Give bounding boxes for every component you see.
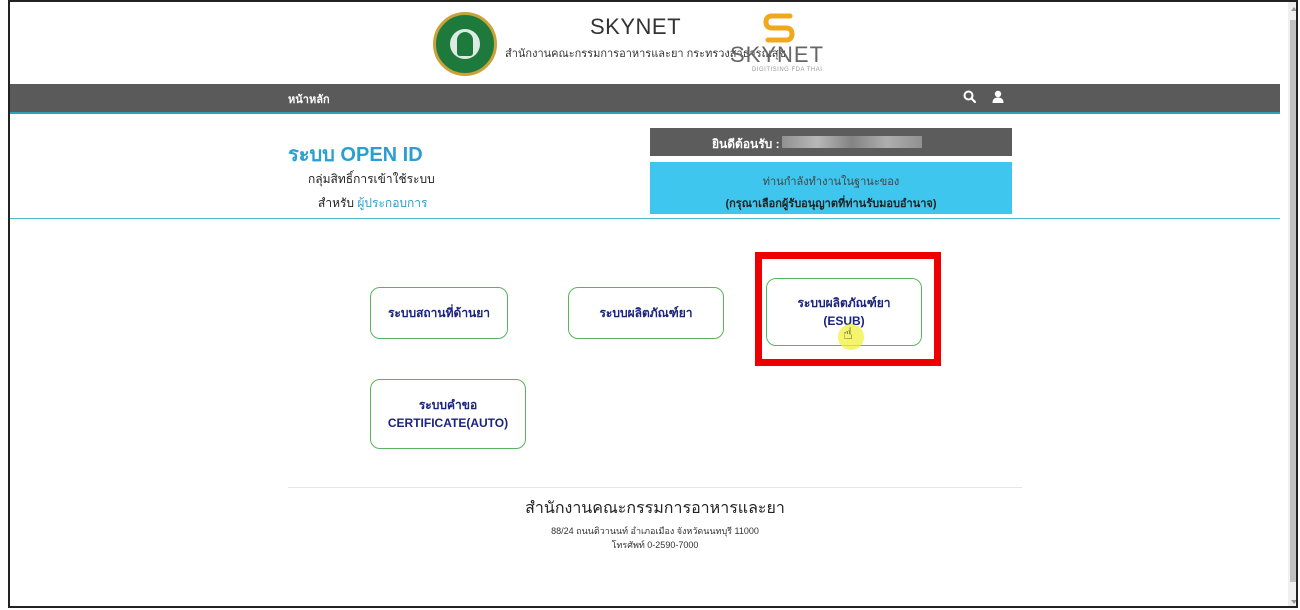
acting-role-box[interactable]: ท่านกำลังทำงานในฐานะของ (กรุณาเลือกผู้รั… xyxy=(650,162,1012,214)
footer-divider xyxy=(288,487,1022,488)
skynet-logo: SKYNET DIGITISING FDA THAI xyxy=(730,10,830,76)
nav-home-link[interactable]: หน้าหลัก xyxy=(288,90,330,108)
select-licensee-text: (กรุณาเลือกผู้รับอนุญาตที่ท่านรับมอบอำนา… xyxy=(725,198,937,210)
footer-phone: โทรศัพท์ 0-2590-7000 xyxy=(611,540,699,550)
scroll-up-arrow-icon[interactable] xyxy=(1291,7,1296,11)
user-icon[interactable] xyxy=(990,89,1006,105)
footer-address: 88/24 ถนนติวานนท์ อำเภอเมือง จังหวัดนนทบ… xyxy=(551,526,759,536)
scrollbar-thumb[interactable] xyxy=(1290,20,1296,582)
skynet-logo-tagline: DIGITISING FDA THAI xyxy=(752,67,823,73)
search-icon[interactable] xyxy=(962,89,978,105)
for-label: สำหรับ xyxy=(318,196,355,210)
welcome-label: ยินดีต้อนรับ : xyxy=(712,137,780,151)
button-label-sub: CERTIFICATE(AUTO) xyxy=(387,416,509,430)
user-info-section: ระบบ OPEN ID กลุ่มสิทธิ์การเข้าใช้ระบบ ส… xyxy=(10,114,1280,219)
vertical-scrollbar[interactable] xyxy=(1288,2,1296,606)
skynet-s-icon xyxy=(763,13,795,43)
button-label: ระบบสถานที่ด้านยา xyxy=(387,306,491,320)
scroll-down-arrow-icon[interactable] xyxy=(1291,600,1296,604)
acting-as-text: ท่านกำลังทำงานในฐานะของ xyxy=(762,176,900,188)
button-label: ระบบผลิตภัณฑ์ยา xyxy=(599,306,693,320)
certificate-request-button[interactable]: ระบบคำขอ CERTIFICATE(AUTO) xyxy=(370,379,526,449)
role-link[interactable]: ผู้ประกอบการ xyxy=(357,196,427,210)
redacted-username xyxy=(782,136,922,148)
site-header: SKYNET สำนักงานคณะกรรมการอาหารและยา กระท… xyxy=(10,2,1280,84)
top-nav-bar: หน้าหลัก xyxy=(10,84,1280,114)
welcome-bar: ยินดีต้อนรับ : xyxy=(650,128,1012,156)
skynet-logo-word: SKYNET xyxy=(730,42,825,67)
footer-org-name: สำนักงานคณะกรรมการอาหารและยา xyxy=(525,500,785,517)
drug-product-system-button[interactable]: ระบบผลิตภัณฑ์ยา xyxy=(568,287,724,339)
system-title: ระบบ OPEN ID xyxy=(288,144,423,166)
browser-viewport: SKYNET สำนักงานคณะกรรมการอาหารและยา กระท… xyxy=(8,0,1298,608)
site-title: SKYNET xyxy=(590,14,682,39)
button-label: ระบบคำขอ xyxy=(418,398,478,412)
hand-pointer-icon: ☝ xyxy=(843,326,853,343)
drug-premises-system-button[interactable]: ระบบสถานที่ด้านยา xyxy=(370,287,508,339)
access-group-label: กลุ่มสิทธิ์การเข้าใช้ระบบ xyxy=(308,172,435,186)
ministry-seal-icon xyxy=(433,12,497,76)
role-line: สำหรับ ผู้ประกอบการ xyxy=(318,194,427,213)
